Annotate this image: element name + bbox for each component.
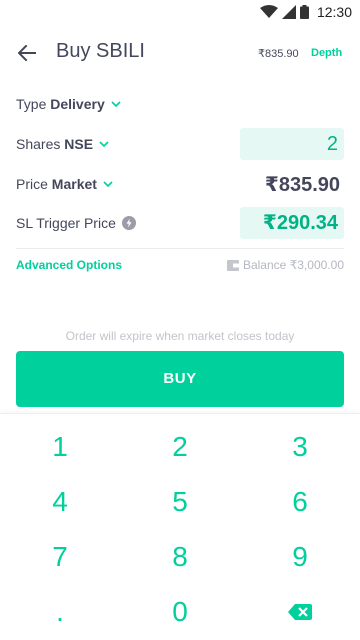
key-8[interactable]: 8 <box>120 529 240 584</box>
key-2[interactable]: 2 <box>120 419 240 474</box>
backspace-key[interactable] <box>240 584 360 639</box>
wifi-icon <box>259 5 278 18</box>
shares-row: Shares NSE 2 <box>16 128 344 160</box>
shares-label: Shares NSE <box>16 136 93 152</box>
sl-trigger-label: SL Trigger Price <box>16 215 116 231</box>
key-4[interactable]: 4 <box>0 474 120 529</box>
expiry-note: Order will expire when market closes tod… <box>65 329 295 343</box>
price-type-dropdown[interactable]: Price Market <box>16 176 113 192</box>
key-5[interactable]: 5 <box>120 474 240 529</box>
price-row: Price Market ₹835.90 <box>16 168 344 200</box>
battery-icon <box>299 5 309 19</box>
key-1[interactable]: 1 <box>0 419 120 474</box>
status-bar: 12:30 <box>0 0 360 24</box>
price-type-value: Market <box>51 176 97 192</box>
lightning-info-icon[interactable] <box>121 216 136 230</box>
wallet-icon <box>226 259 239 271</box>
price-label-text: Price <box>16 176 48 192</box>
key-6[interactable]: 6 <box>240 474 360 529</box>
chevron-down-icon <box>99 141 109 147</box>
buy-button[interactable]: BUY <box>16 351 344 407</box>
type-dropdown[interactable]: Type Delivery <box>16 96 121 112</box>
price-label: Price Market <box>16 176 97 192</box>
header: Buy SBILI ₹835.90 Depth <box>0 30 360 74</box>
cell-signal-icon <box>281 5 296 19</box>
market-price: ₹835.90 <box>264 173 340 196</box>
key-0[interactable]: 0 <box>120 584 240 639</box>
type-value: Delivery <box>50 96 105 112</box>
type-label-text: Type <box>16 96 47 112</box>
advanced-options-link[interactable]: Advanced Options <box>16 258 122 272</box>
arrow-left-icon <box>18 45 36 61</box>
divider <box>16 248 344 249</box>
shares-label-text: Shares <box>16 136 61 152</box>
status-time: 12:30 <box>316 4 352 20</box>
balance: Balance ₹3,000.00 <box>226 258 344 272</box>
sl-trigger-row: SL Trigger Price ₹290.34 <box>16 207 344 239</box>
chevron-down-icon <box>111 101 121 107</box>
header-price: ₹835.90 <box>258 48 299 60</box>
type-label: Type Delivery <box>16 96 105 112</box>
exchange-dropdown[interactable]: Shares NSE <box>16 136 109 152</box>
key-3[interactable]: 3 <box>240 419 360 474</box>
page-title: Buy SBILI <box>56 40 145 62</box>
numeric-keypad: 1 2 3 4 5 6 7 8 9 . 0 <box>0 413 360 640</box>
balance-text: Balance ₹3,000.00 <box>242 258 344 272</box>
exchange-value: NSE <box>64 136 94 152</box>
chevron-down-icon <box>103 181 113 187</box>
back-button[interactable] <box>14 40 40 66</box>
type-row: Type Delivery <box>16 94 344 114</box>
key-9[interactable]: 9 <box>240 529 360 584</box>
depth-link[interactable]: Depth <box>311 47 342 59</box>
key-7[interactable]: 7 <box>0 529 120 584</box>
shares-input[interactable]: 2 <box>240 128 344 160</box>
sl-trigger-input[interactable]: ₹290.34 <box>240 207 344 239</box>
backspace-icon <box>288 603 312 620</box>
key-decimal[interactable]: . <box>0 584 120 639</box>
